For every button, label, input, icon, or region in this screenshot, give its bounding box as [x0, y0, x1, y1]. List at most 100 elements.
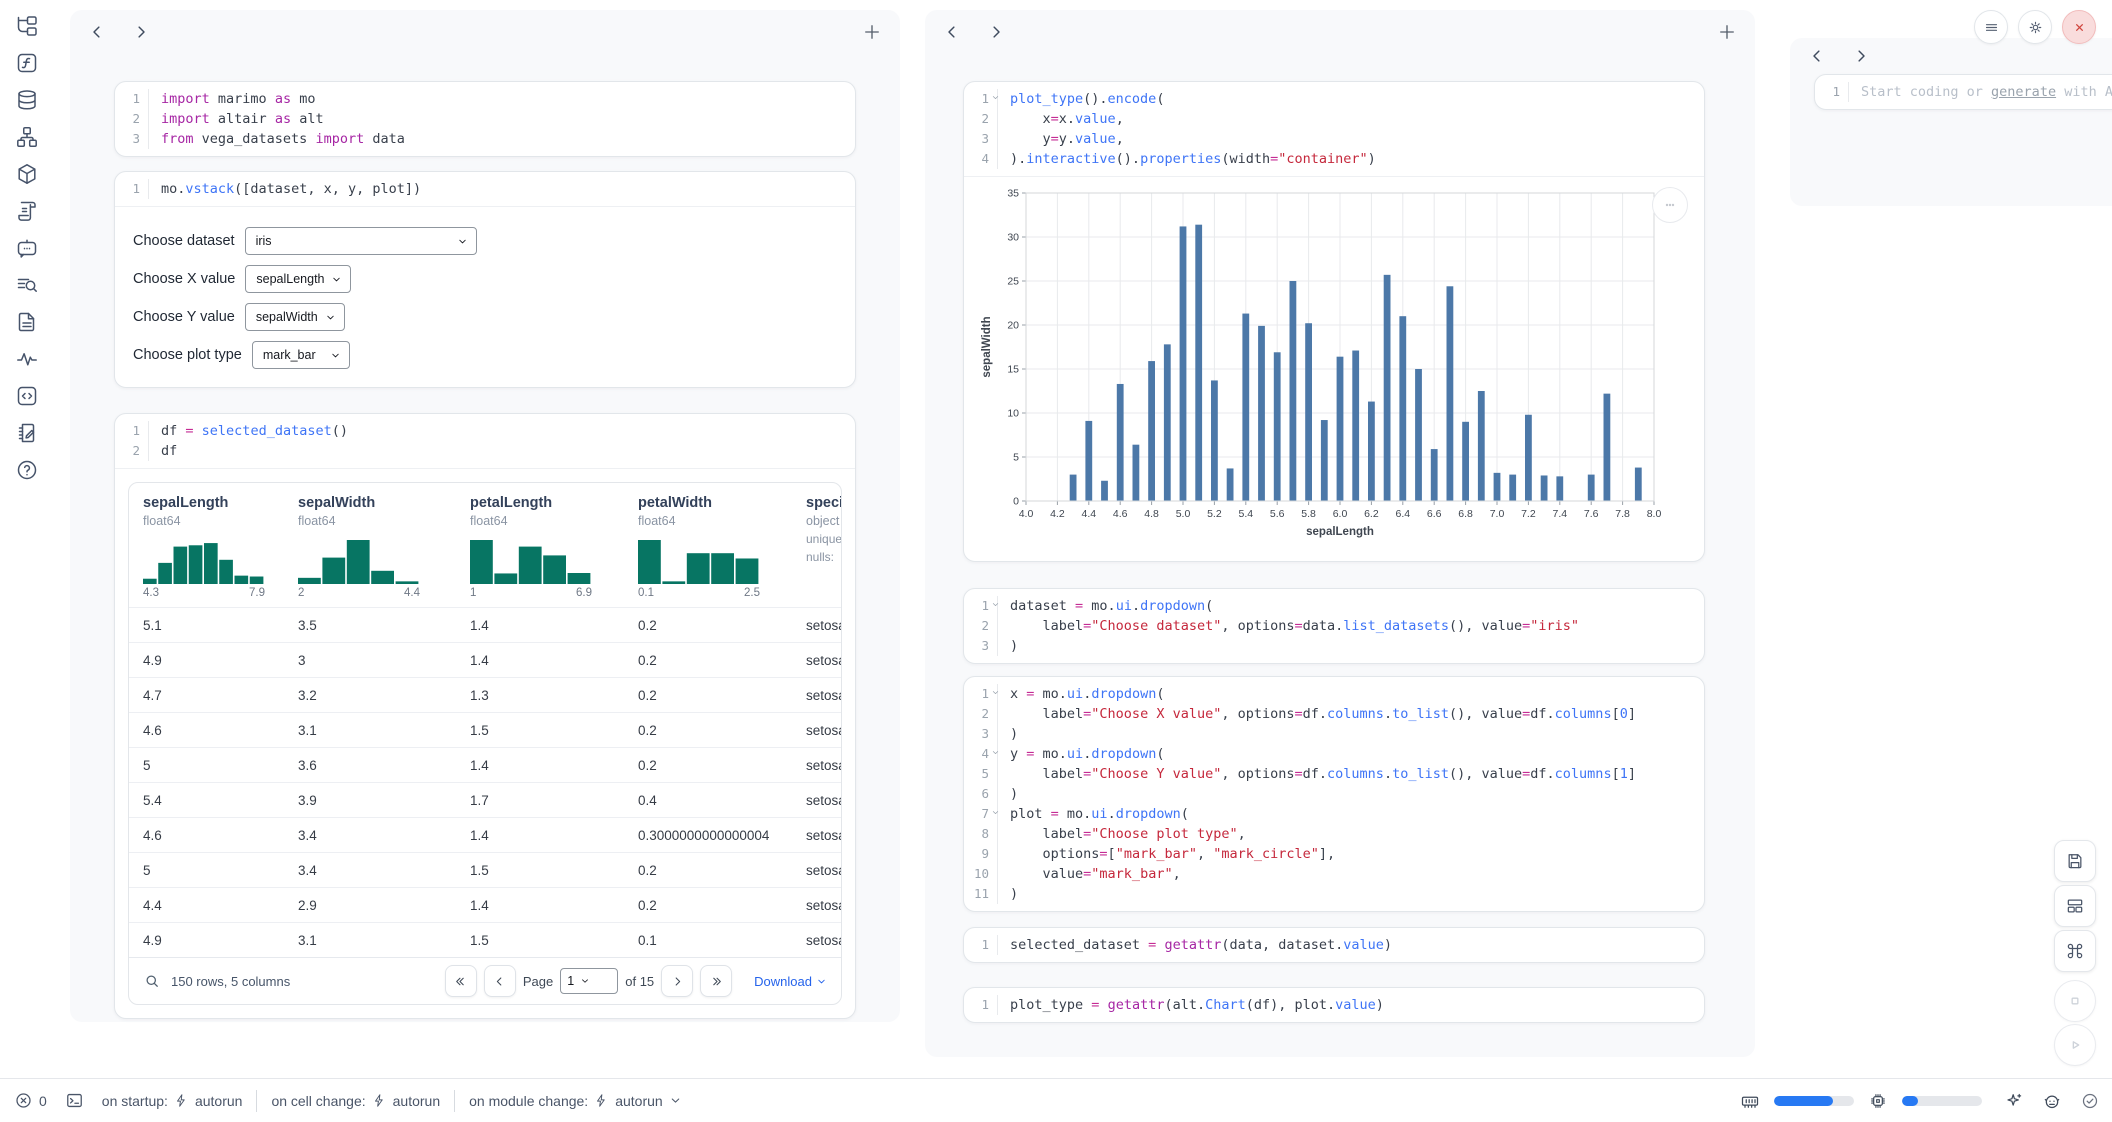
terminal-button[interactable]: [65, 1091, 84, 1110]
lightning-icon: [174, 1093, 189, 1108]
code-editor[interactable]: 1df = selected_dataset()2df: [115, 414, 855, 468]
on-module-change-setting[interactable]: on module change: autorun: [469, 1093, 682, 1109]
add-cell-icon[interactable]: [862, 22, 882, 42]
scratchpad-icon[interactable]: [15, 421, 39, 445]
column-header-sepalWidth[interactable]: sepalWidthfloat6424.4: [284, 495, 456, 599]
marimo-app: { "colors": {"bar":"#4c78a8","hist":"#07…: [0, 0, 2112, 1122]
run-button[interactable]: [2054, 1024, 2096, 1066]
code-editor[interactable]: 1import marimo as mo2import altair as al…: [115, 82, 855, 156]
database-icon[interactable]: [15, 88, 39, 112]
table-row[interactable]: 5.13.51.40.2setosa: [129, 607, 841, 642]
table-footer: 150 rows, 5 columnsPage1of 15Download: [129, 957, 841, 1004]
snippets-icon[interactable]: [15, 384, 39, 408]
fold-chevron-icon[interactable]: [991, 808, 1000, 817]
dependency-graph-icon[interactable]: [15, 125, 39, 149]
bar: [1494, 473, 1501, 501]
setting-label: on cell change:: [271, 1093, 365, 1109]
code-editor[interactable]: 1plot_type().encode(2 x=x.value,3 y=y.va…: [964, 82, 1704, 176]
chevron-right-icon[interactable]: [1852, 47, 1870, 65]
settings-button[interactable]: [2018, 10, 2052, 44]
column-header-species[interactable]: speciesobjectunique values:nulls:: [792, 495, 842, 599]
plot-cell: 1plot_type().encode(2 x=x.value,3 y=y.va…: [963, 81, 1705, 562]
code-editor[interactable]: 1plot_type = getattr(alt.Chart(df), plot…: [964, 988, 1704, 1022]
keyboard-shortcuts-button[interactable]: [2054, 930, 2096, 972]
assistant-bot-button[interactable]: [2042, 1091, 2062, 1111]
package-icon[interactable]: [15, 162, 39, 186]
table-row[interactable]: 53.61.40.2setosa: [129, 747, 841, 782]
search-icon[interactable]: [143, 972, 161, 990]
x-value-select[interactable]: sepalLength: [245, 265, 351, 293]
chevron-left-icon[interactable]: [943, 23, 961, 41]
table-row[interactable]: 53.41.50.2setosa: [129, 852, 841, 887]
code-editor[interactable]: 1mo.vstack([dataset, x, y, plot]): [115, 172, 855, 206]
error-count-badge[interactable]: 0: [14, 1091, 47, 1110]
chevron-right-icon[interactable]: [132, 23, 150, 41]
fold-chevron-icon[interactable]: [991, 600, 1000, 609]
table-cell: 3.6: [284, 758, 456, 773]
column-header-sepalLength[interactable]: sepalLengthfloat644.37.9: [129, 495, 284, 599]
table-cell: setosa: [792, 758, 842, 773]
svg-text:5: 5: [1013, 452, 1019, 464]
on-cell-change-setting[interactable]: on cell change: autorun: [271, 1093, 440, 1109]
column-header-petalLength[interactable]: petalLengthfloat6416.9: [456, 495, 624, 599]
code-text: x=x.value,: [998, 109, 1124, 129]
dataset-dropdown-cell: 1dataset = mo.ui.dropdown(2 label="Choos…: [963, 588, 1705, 664]
chatbot-icon[interactable]: [15, 236, 39, 260]
table-row[interactable]: 4.931.40.2setosa: [129, 642, 841, 677]
table-row[interactable]: 4.63.41.40.3000000000000004setosa: [129, 817, 841, 852]
column-header-petalWidth[interactable]: petalWidthfloat640.12.5: [624, 495, 792, 599]
close-panel-button[interactable]: [2062, 10, 2096, 44]
menu-button[interactable]: [1974, 10, 2008, 44]
document-icon[interactable]: [15, 310, 39, 334]
code-editor[interactable]: 1x = mo.ui.dropdown(2 label="Choose X va…: [964, 677, 1704, 911]
chevron-left-icon[interactable]: [88, 23, 106, 41]
stop-icon: [2065, 991, 2085, 1011]
code-text: label="Choose plot type",: [998, 824, 1246, 844]
table-row[interactable]: 5.43.91.70.4setosa: [129, 782, 841, 817]
bar-chart[interactable]: 4.04.24.44.64.85.05.25.45.65.86.06.26.46…: [976, 185, 1686, 557]
connection-status-icon[interactable]: [2080, 1091, 2100, 1111]
file-tree-icon[interactable]: [15, 14, 39, 38]
last-page-button[interactable]: [700, 965, 732, 997]
dataset-select[interactable]: iris: [245, 227, 477, 255]
table-cell: 4.9: [129, 933, 284, 948]
table-row[interactable]: 4.42.91.40.2setosa: [129, 887, 841, 922]
imports-cell: 1import marimo as mo2import altair as al…: [114, 81, 856, 157]
y-value-select[interactable]: sepalWidth: [245, 303, 345, 331]
column-name: sepalWidth: [298, 495, 456, 511]
generate-link[interactable]: generate: [1991, 84, 2056, 100]
first-page-button[interactable]: [445, 965, 477, 997]
help-icon[interactable]: [15, 458, 39, 482]
line-number: 1: [115, 179, 149, 199]
ai-sparkle-button[interactable]: [2004, 1091, 2024, 1111]
scratchpad-editor[interactable]: 1 Start coding or generate with AI: [1815, 75, 2112, 109]
layout-toggle-button[interactable]: [2054, 885, 2096, 927]
table-row[interactable]: 4.93.11.50.1setosa: [129, 922, 841, 957]
code-editor[interactable]: 1selected_dataset = getattr(data, datase…: [964, 928, 1704, 962]
page-select[interactable]: 1: [560, 968, 618, 994]
script-icon[interactable]: [15, 199, 39, 223]
code-line: 4y = mo.ui.dropdown(: [964, 744, 1704, 764]
save-button[interactable]: [2054, 840, 2096, 882]
table-row[interactable]: 4.73.21.30.2setosa: [129, 677, 841, 712]
activity-icon[interactable]: [15, 347, 39, 371]
prev-page-button[interactable]: [484, 965, 516, 997]
chevron-right-icon[interactable]: [987, 23, 1005, 41]
download-button[interactable]: Download: [754, 974, 827, 989]
on-startup-setting[interactable]: on startup: autorun: [102, 1093, 243, 1109]
stop-button[interactable]: [2054, 980, 2096, 1022]
chevron-left-icon[interactable]: [1808, 47, 1826, 65]
fold-chevron-icon[interactable]: [991, 688, 1000, 697]
add-cell-icon[interactable]: [1717, 22, 1737, 42]
function-icon[interactable]: [15, 51, 39, 75]
chart-menu-button[interactable]: [1652, 187, 1688, 223]
fold-chevron-icon[interactable]: [991, 93, 1000, 102]
code-editor[interactable]: 1dataset = mo.ui.dropdown(2 label="Choos…: [964, 589, 1704, 663]
search-logs-icon[interactable]: [15, 273, 39, 297]
fold-chevron-icon[interactable]: [991, 748, 1000, 757]
chevron-down-icon: [325, 312, 336, 323]
table-cell: 5: [129, 758, 284, 773]
next-page-button[interactable]: [661, 965, 693, 997]
table-row[interactable]: 4.63.11.50.2setosa: [129, 712, 841, 747]
plot-type-select[interactable]: mark_bar: [252, 341, 350, 369]
